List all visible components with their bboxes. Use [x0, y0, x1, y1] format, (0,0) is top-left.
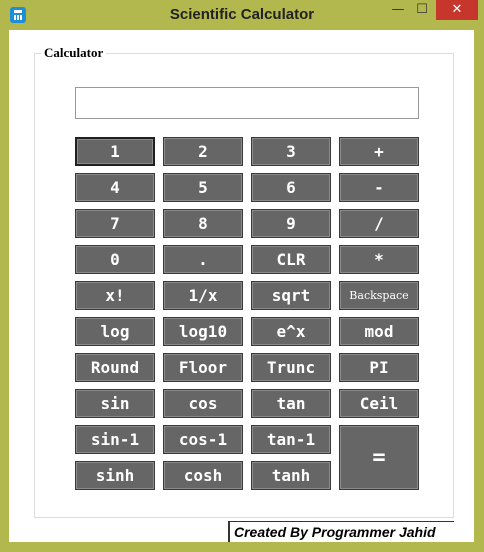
equals-button[interactable]: = — [339, 425, 419, 490]
clear-button[interactable]: CLR — [251, 245, 331, 274]
group-label: Calculator — [41, 45, 107, 61]
maximize-button[interactable]: ☐ — [410, 0, 434, 20]
client-area: Calculator 1 2 3 + 4 5 6 - 7 8 9 / 0 . C… — [9, 30, 474, 542]
backspace-button[interactable]: Backspace — [339, 281, 419, 310]
digit-6-button[interactable]: 6 — [251, 173, 331, 202]
log10-button[interactable]: log10 — [163, 317, 243, 346]
mod-button[interactable]: mod — [339, 317, 419, 346]
atan-button[interactable]: tan-1 — [251, 425, 331, 454]
pi-button[interactable]: PI — [339, 353, 419, 382]
plus-button[interactable]: + — [339, 137, 419, 166]
digit-7-button[interactable]: 7 — [75, 209, 155, 238]
digit-1-button[interactable]: 1 — [75, 137, 155, 166]
cos-button[interactable]: cos — [163, 389, 243, 418]
asin-button[interactable]: sin-1 — [75, 425, 155, 454]
floor-button[interactable]: Floor — [163, 353, 243, 382]
minus-button[interactable]: - — [339, 173, 419, 202]
digit-0-button[interactable]: 0 — [75, 245, 155, 274]
digit-8-button[interactable]: 8 — [163, 209, 243, 238]
factorial-button[interactable]: x! — [75, 281, 155, 310]
ceil-button[interactable]: Ceil — [339, 389, 419, 418]
cosh-button[interactable]: cosh — [163, 461, 243, 490]
log-button[interactable]: log — [75, 317, 155, 346]
digit-2-button[interactable]: 2 — [163, 137, 243, 166]
display-input[interactable] — [75, 87, 419, 119]
credit-label: Created By Programmer Jahid — [228, 521, 454, 542]
divide-button[interactable]: / — [339, 209, 419, 238]
app-window: Scientific Calculator — ☐ ✕ Calculator 1… — [0, 0, 484, 552]
sin-button[interactable]: sin — [75, 389, 155, 418]
title-bar[interactable]: Scientific Calculator — ☐ ✕ — [0, 0, 484, 30]
digit-9-button[interactable]: 9 — [251, 209, 331, 238]
tanh-button[interactable]: tanh — [251, 461, 331, 490]
multiply-button[interactable]: * — [339, 245, 419, 274]
trunc-button[interactable]: Trunc — [251, 353, 331, 382]
round-button[interactable]: Round — [75, 353, 155, 382]
decimal-point-button[interactable]: . — [163, 245, 243, 274]
minimize-button[interactable]: — — [386, 0, 410, 20]
acos-button[interactable]: cos-1 — [163, 425, 243, 454]
digit-3-button[interactable]: 3 — [251, 137, 331, 166]
exp-button[interactable]: e^x — [251, 317, 331, 346]
tan-button[interactable]: tan — [251, 389, 331, 418]
close-button[interactable]: ✕ — [436, 0, 478, 20]
digit-5-button[interactable]: 5 — [163, 173, 243, 202]
reciprocal-button[interactable]: 1/x — [163, 281, 243, 310]
sinh-button[interactable]: sinh — [75, 461, 155, 490]
sqrt-button[interactable]: sqrt — [251, 281, 331, 310]
digit-4-button[interactable]: 4 — [75, 173, 155, 202]
